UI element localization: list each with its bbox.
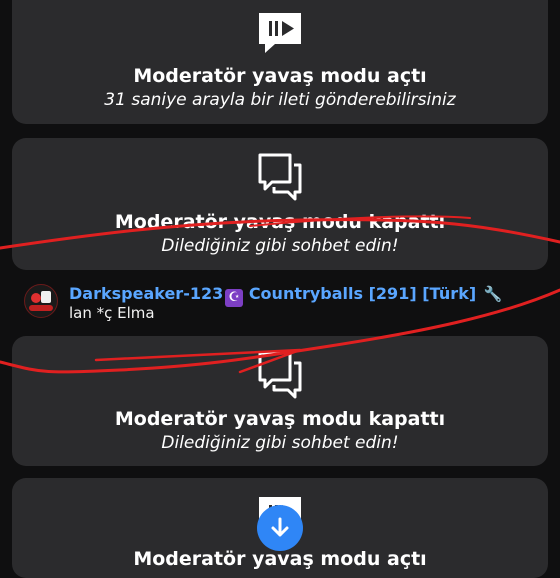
slow-mode-off-card: Moderatör yavaş modu kapattı Dilediğiniz… bbox=[12, 336, 548, 466]
message-text: lan *ç Elma bbox=[69, 304, 155, 322]
slow-mode-off-card: Moderatör yavaş modu kapattı Dilediğiniz… bbox=[12, 138, 548, 270]
wrench-icon: 🔧 bbox=[483, 285, 503, 303]
slow-mode-on-card: Moderatör yavaş modu açtı 31 saniye aray… bbox=[12, 0, 548, 124]
card-subtitle: 31 saniye arayla bir ileti gönderebilirs… bbox=[104, 90, 456, 110]
avatar[interactable] bbox=[24, 284, 58, 318]
chat-bubbles-icon bbox=[258, 351, 302, 399]
card-subtitle: Dilediğiniz gibi sohbet edin! bbox=[161, 236, 399, 256]
slow-mode-icon bbox=[259, 13, 301, 53]
card-title: Moderatör yavaş modu kapattı bbox=[114, 408, 446, 430]
chat-message[interactable]: Darkspeaker-123 ☪ Countryballs [291] [Tür… bbox=[0, 282, 560, 326]
moon-emoji-icon: ☪ bbox=[225, 289, 244, 307]
group-tag[interactable]: Countryballs [291] [Türk] bbox=[249, 284, 476, 303]
chat-bubbles-icon bbox=[258, 153, 302, 201]
card-title: Moderatör yavaş modu kapattı bbox=[114, 211, 446, 233]
username[interactable]: Darkspeaker-123 bbox=[69, 284, 223, 303]
scroll-to-bottom-button[interactable] bbox=[257, 505, 303, 551]
card-subtitle: Dilediğiniz gibi sohbet edin! bbox=[161, 433, 399, 453]
card-title: Moderatör yavaş modu açtı bbox=[133, 65, 427, 87]
arrow-down-icon bbox=[271, 517, 289, 537]
card-title: Moderatör yavaş modu açtı bbox=[133, 548, 427, 570]
